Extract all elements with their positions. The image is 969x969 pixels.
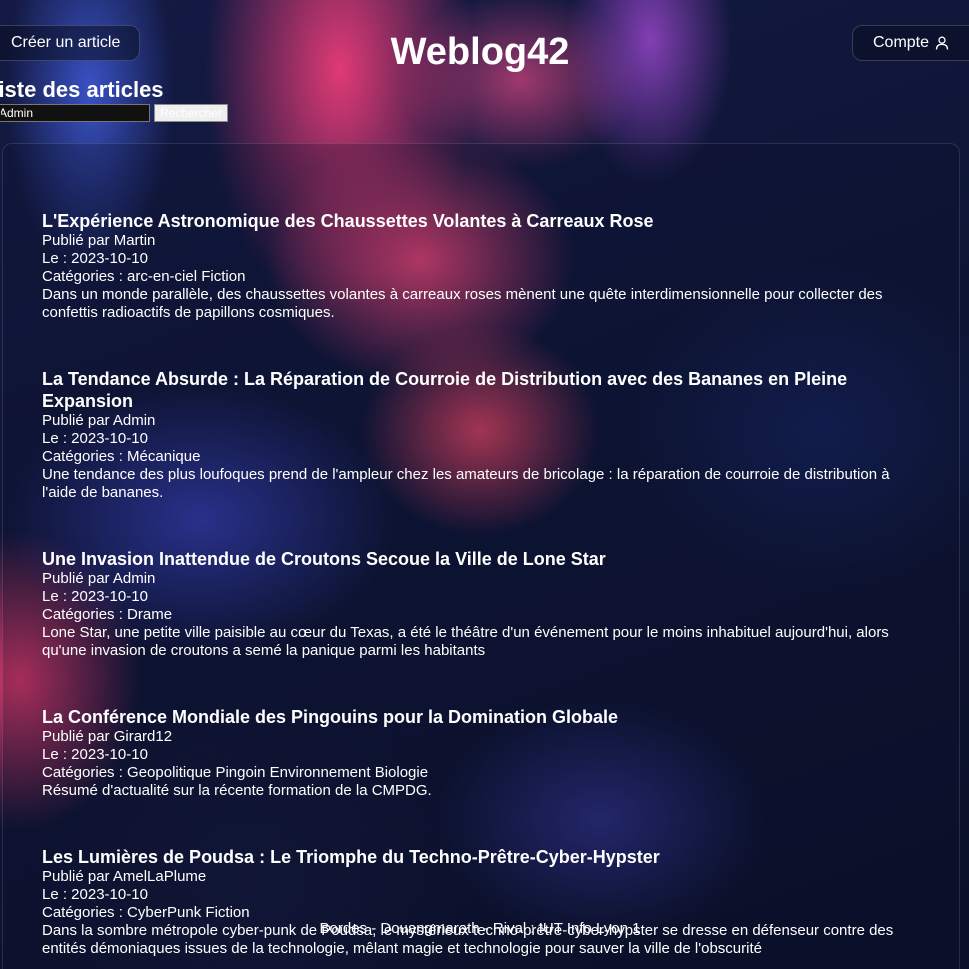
article-author: Publié par Girard12 — [42, 728, 173, 745]
article-item[interactable]: Une Invasion Inattendue de Croutons Seco… — [42, 548, 922, 660]
article-summary: Une tendance des plus loufoques prend de… — [42, 466, 890, 501]
article-list-panel: L'Expérience Astronomique des Chaussette… — [2, 143, 960, 969]
article-item[interactable]: La Conférence Mondiale des Pingouins pou… — [42, 706, 922, 800]
article-date: Le : 2023-10-10 — [42, 430, 148, 447]
search-bar: Rechercher — [0, 104, 228, 122]
article-categories: Catégories : Geopolitique Pingoin Enviro… — [42, 764, 429, 781]
article-item[interactable]: L'Expérience Astronomique des Chaussette… — [42, 210, 922, 322]
article-summary: Lone Star, une petite ville paisible au … — [42, 624, 889, 659]
search-input[interactable] — [0, 104, 150, 122]
article-author: Publié par Admin — [42, 412, 156, 429]
article-date: Le : 2023-10-10 — [42, 886, 148, 903]
user-icon — [935, 36, 949, 50]
article-item[interactable]: La Tendance Absurde : La Réparation de C… — [42, 368, 922, 502]
site-title: Weblog42 — [390, 31, 570, 73]
article-author: Publié par Admin — [42, 570, 156, 587]
article-summary: Dans un monde parallèle, des chaussettes… — [42, 286, 883, 321]
article-date: Le : 2023-10-10 — [42, 588, 148, 605]
footer-credits: Bordes - Douangmarath - Rival : IUT Info… — [319, 920, 641, 937]
article-categories: Catégories : Drame — [42, 606, 173, 623]
article-date: Le : 2023-10-10 — [42, 250, 148, 267]
search-button[interactable]: Rechercher — [154, 104, 228, 122]
article-categories: Catégories : Mécanique — [42, 448, 201, 465]
page-title: Liste des articles — [0, 77, 164, 102]
article-categories: Catégories : arc-en-ciel Fiction — [42, 268, 246, 285]
article-date: Le : 2023-10-10 — [42, 746, 148, 763]
account-label: Compte — [873, 34, 930, 51]
article-summary: Résumé d'actualité sur la récente format… — [42, 782, 432, 799]
article-title[interactable]: La Tendance Absurde : La Réparation de C… — [42, 368, 922, 412]
article-title[interactable]: Une Invasion Inattendue de Croutons Seco… — [42, 548, 922, 570]
article-title[interactable]: La Conférence Mondiale des Pingouins pou… — [42, 706, 922, 728]
account-button[interactable]: Compte — [852, 25, 969, 61]
article-title[interactable]: Les Lumières de Poudsa : Le Triomphe du … — [42, 846, 922, 868]
article-title[interactable]: L'Expérience Astronomique des Chaussette… — [42, 210, 922, 232]
article-list: L'Expérience Astronomique des Chaussette… — [42, 210, 922, 969]
article-item[interactable]: Les Lumières de Poudsa : Le Triomphe du … — [42, 846, 922, 958]
article-author: Publié par AmelLaPlume — [42, 868, 207, 885]
article-author: Publié par Martin — [42, 232, 156, 249]
